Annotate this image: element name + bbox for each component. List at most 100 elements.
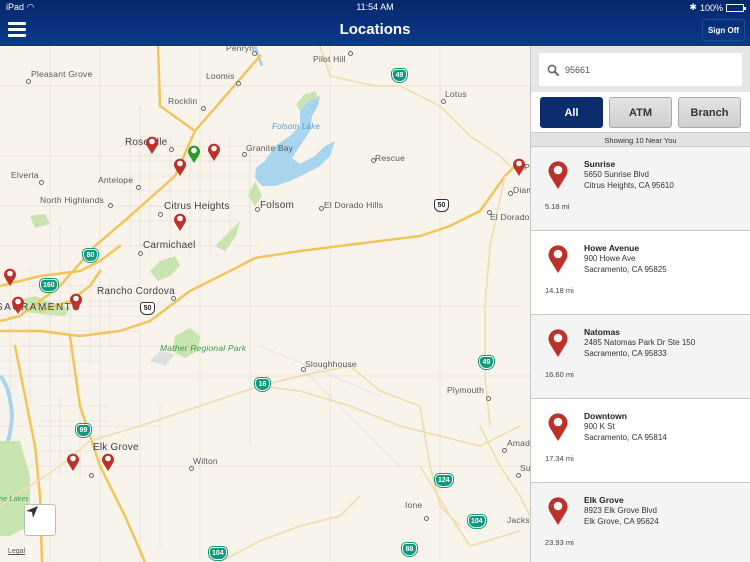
- place-label: Pilot Hill: [313, 54, 346, 64]
- park-label: Stone Lakes National Wildlife Refuge: [0, 496, 28, 503]
- search-bar: [531, 46, 750, 92]
- location-name: Natomas: [584, 327, 620, 337]
- filter-branch-button[interactable]: Branch: [678, 97, 741, 128]
- location-arrow-icon: [26, 506, 38, 518]
- highway-shield: 104: [209, 547, 227, 560]
- nav-bar: Locations Sign Off: [0, 14, 750, 46]
- place-label: Lotus: [445, 89, 467, 99]
- location-name: Sunrise: [584, 159, 616, 169]
- map-pin-icon: [548, 497, 568, 525]
- locations-list[interactable]: Sunrise 5650 Sunrise Blvd Citrus Heights, …: [531, 147, 750, 562]
- location-address: 900 Howe Ave: [584, 254, 636, 263]
- location-distance: 14.18 mi: [545, 286, 574, 295]
- branch-pin[interactable]: [3, 267, 17, 287]
- location-row[interactable]: Sunrise 5650 Sunrise Blvd Citrus Heights, …: [531, 147, 750, 231]
- park-label: Mather Regional Park: [160, 343, 247, 353]
- location-distance: 23.93 mi: [545, 538, 574, 547]
- place-label: Su: [520, 463, 530, 473]
- map-pin-icon: [548, 245, 568, 273]
- branch-pin[interactable]: [101, 452, 115, 472]
- map-pin-icon: [548, 413, 568, 441]
- branch-pin[interactable]: [69, 292, 83, 312]
- place-label: Carmichael: [143, 240, 196, 251]
- place-label: Citrus Heights: [164, 201, 230, 212]
- bluetooth-icon: ✱: [689, 2, 697, 12]
- locate-me-button[interactable]: [24, 504, 56, 536]
- branch-pin[interactable]: [207, 142, 221, 162]
- filter-all-button[interactable]: All: [540, 97, 603, 128]
- map-pin-icon: [4, 268, 16, 286]
- legal-link[interactable]: Legal: [8, 548, 25, 555]
- map-pin-icon: [208, 143, 220, 161]
- filter-atm-button[interactable]: ATM: [609, 97, 672, 128]
- location-city: Citrus Heights, CA 95610: [584, 181, 674, 190]
- branch-pin[interactable]: [66, 452, 80, 472]
- location-row[interactable]: Elk Grove 8923 Elk Grove Blvd Elk Grove, C…: [531, 483, 750, 562]
- location-address: 5650 Sunrise Blvd: [584, 170, 649, 179]
- place-label: Wilton: [193, 456, 218, 466]
- search-field[interactable]: [539, 53, 742, 86]
- location-city: Sacramento, CA 95825: [584, 265, 667, 274]
- location-distance: 17.34 mi: [545, 454, 574, 463]
- branch-pin[interactable]: [512, 157, 526, 177]
- filter-tabs: All ATM Branch: [531, 92, 750, 132]
- battery-status: ✱ 100%: [689, 2, 746, 13]
- top-bar: iPad ◠ 11:54 AM ✱ 100% Locations Sign Of…: [0, 0, 750, 46]
- location-address: 8923 Elk Grove Blvd: [584, 506, 657, 515]
- place-label: Rancho Cordova: [97, 286, 175, 297]
- location-address: 2485 Natomas Park Dr Ste 150: [584, 338, 696, 347]
- lake-label: Folsom Lake: [272, 122, 320, 131]
- location-city: Elk Grove, CA 95624: [584, 517, 659, 526]
- map-pin-icon: [548, 161, 568, 189]
- clock: 11:54 AM: [356, 2, 394, 12]
- location-name: Howe Avenue: [584, 243, 640, 253]
- location-city: Sacramento, CA 95814: [584, 433, 667, 442]
- highway-shield: 160: [40, 279, 58, 292]
- branch-pin[interactable]: [11, 295, 25, 315]
- map-pin-icon: [174, 158, 186, 176]
- search-icon: [547, 64, 559, 76]
- place-label: Pleasant Grove: [31, 69, 93, 79]
- highway-shield: 16: [255, 378, 270, 391]
- folsom-lake: [255, 96, 335, 186]
- location-distance: 5.18 mi: [545, 202, 570, 211]
- location-row[interactable]: Howe Avenue 900 Howe Ave Sacramento, CA 95…: [531, 231, 750, 315]
- map-pin-icon: [67, 453, 79, 471]
- map-pin-icon: [146, 136, 158, 154]
- location-name: Elk Grove: [584, 495, 624, 505]
- page-title: Locations: [339, 21, 411, 38]
- place-label: El Dorado Hills: [324, 200, 384, 210]
- place-label: El Dorado: [490, 212, 530, 222]
- place-label: Elverta: [11, 170, 39, 180]
- place-label: Jacks: [507, 515, 530, 525]
- place-label: Elk Grove: [93, 442, 139, 453]
- location-name: Downtown: [584, 411, 627, 421]
- place-label: North Highlands: [40, 195, 104, 205]
- map-pin-icon: [548, 329, 568, 357]
- map-pin-icon: [513, 158, 525, 176]
- locations-panel: All ATM Branch Showing 10 Near You Sunri…: [530, 46, 750, 562]
- map-pin-icon: [174, 213, 186, 231]
- highway-shield: 88: [402, 543, 417, 556]
- map-pin-icon: [102, 453, 114, 471]
- highway-shield: 50: [434, 199, 449, 212]
- place-label: Granite Bay: [246, 143, 294, 153]
- location-row[interactable]: Natomas 2485 Natomas Park Dr Ste 150 Sacra…: [531, 315, 750, 399]
- status-bar: iPad ◠ 11:54 AM ✱ 100%: [0, 0, 750, 14]
- current-location-pin[interactable]: [187, 144, 201, 164]
- place-label: Folsom: [260, 200, 294, 211]
- branch-pin[interactable]: [173, 212, 187, 232]
- location-row[interactable]: Downtown 900 K St Sacramento, CA 95814 17.3…: [531, 399, 750, 483]
- branch-pin[interactable]: [145, 135, 159, 155]
- highway-shield: 124: [435, 474, 453, 487]
- branch-pin[interactable]: [173, 157, 187, 177]
- place-label: Sloughhouse: [305, 359, 357, 369]
- search-input[interactable]: [565, 64, 725, 75]
- results-count: Showing 10 Near You: [531, 132, 750, 147]
- place-label: Rocklin: [168, 96, 198, 106]
- sign-off-button[interactable]: Sign Off: [702, 19, 745, 41]
- place-label: Amad: [507, 438, 530, 448]
- map-view[interactable]: Pleasant Grove Penryn Pilot Hill Loomis …: [0, 46, 530, 562]
- place-label: Loomis: [206, 71, 235, 81]
- location-address: 900 K St: [584, 422, 615, 431]
